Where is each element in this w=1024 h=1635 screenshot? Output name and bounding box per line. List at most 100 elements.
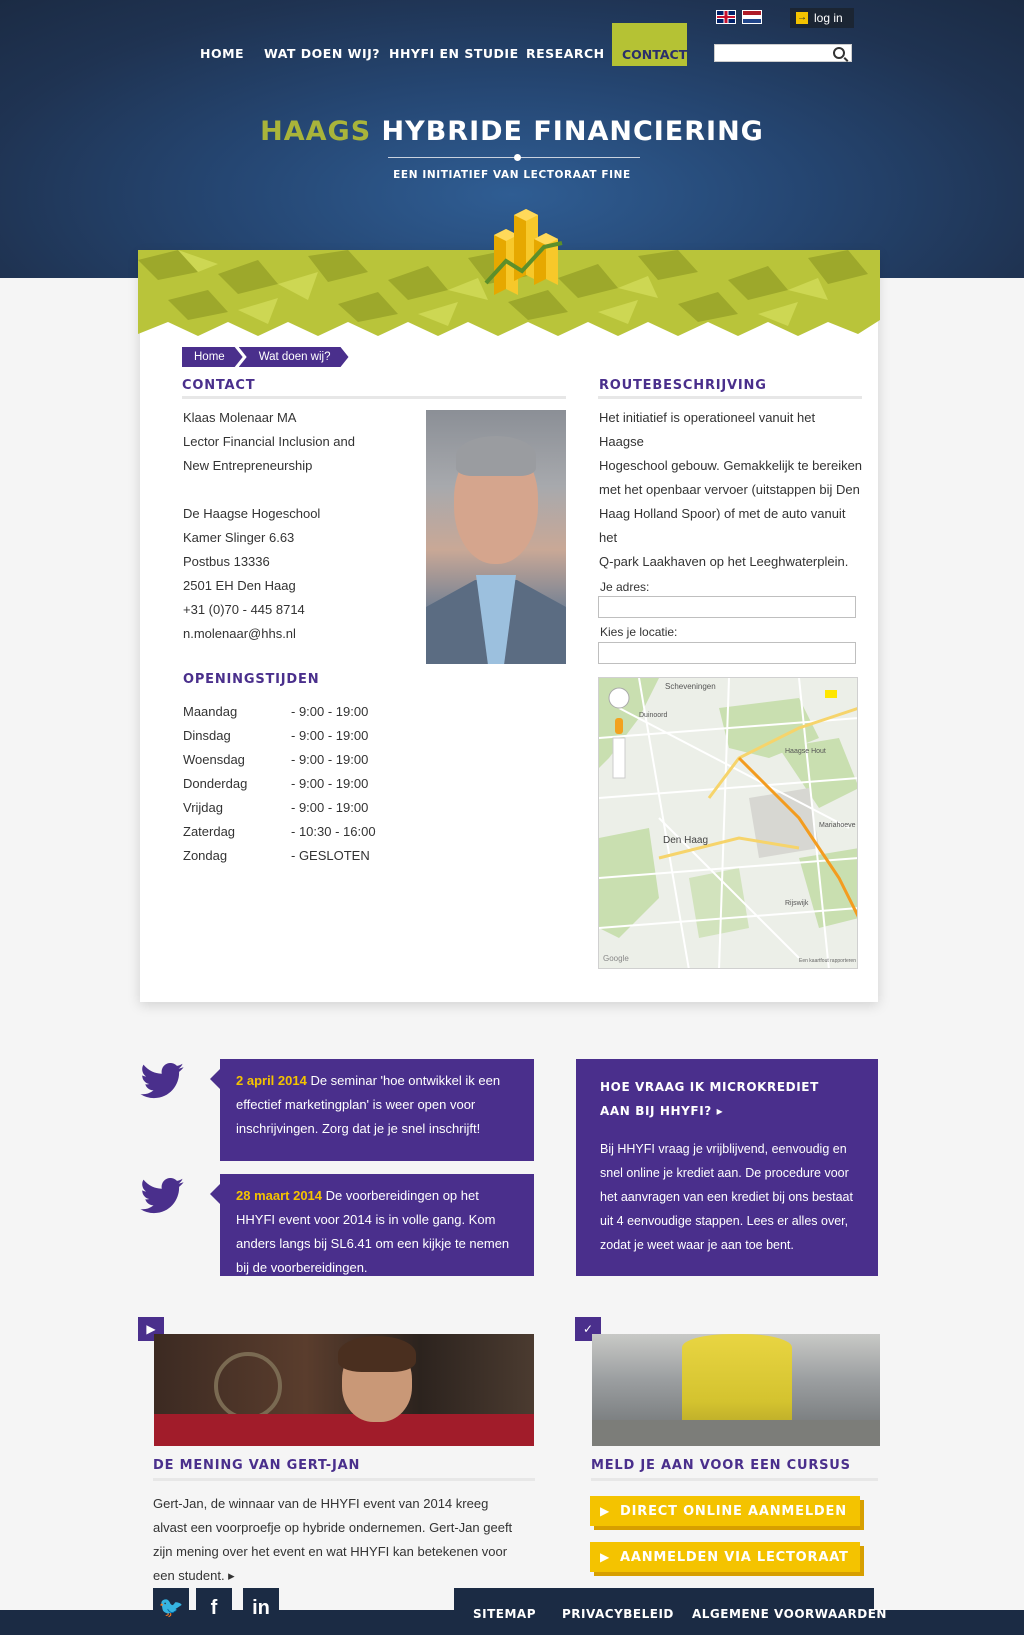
nl-flag-icon[interactable] [742, 10, 762, 24]
title-divider-dot [514, 154, 521, 161]
chevron-right-icon: ▶ [600, 1550, 611, 1564]
facebook-icon[interactable]: f [196, 1588, 232, 1628]
uk-flag-icon[interactable] [716, 10, 736, 24]
hours-day: Zaterdag [183, 824, 236, 839]
aanmelden-via-lectoraat-button[interactable]: ▶ AANMELDEN VIA LECTORAAT [590, 1542, 860, 1572]
contact-details: Klaas Molenaar MA Lector Financial Inclu… [183, 406, 355, 646]
contact-line: +31 (0)70 - 445 8714 [183, 602, 305, 617]
search-icon[interactable] [833, 47, 845, 59]
breadcrumb: Home Wat doen wij? [182, 347, 355, 367]
hours-day: Donderdag [183, 776, 248, 791]
course-rule [591, 1478, 878, 1481]
breadcrumb-wat-doen-wij[interactable]: Wat doen wij? [239, 347, 349, 367]
hours-time: - 9:00 - 19:00 [291, 800, 369, 815]
hhyfi-logo-icon [484, 209, 563, 295]
chevron-right-icon: ▶ [600, 1504, 611, 1518]
map-label: Duinoord [639, 712, 668, 719]
route-line: Haag Holland Spoor) of met de auto vanui… [599, 506, 846, 545]
button-label: AANMELDEN VIA LECTORAAT [620, 1550, 849, 1565]
contact-line: Klaas Molenaar MA [183, 410, 297, 425]
search-input[interactable] [714, 44, 852, 62]
hours-time: - 9:00 - 19:00 [291, 728, 369, 743]
direct-online-aanmelden-button[interactable]: ▶ DIRECT ONLINE AANMELDEN [590, 1496, 860, 1526]
login-button[interactable]: → log in [790, 8, 854, 28]
map-label: Scheveningen [665, 682, 716, 691]
contact-line: 2501 EH Den Haag [183, 578, 296, 593]
twitter-icon[interactable]: 🐦 [153, 1588, 189, 1628]
hours-time: - 9:00 - 19:00 [291, 752, 369, 767]
footer-privacy-link[interactable]: PRIVACYBELEID [562, 1607, 674, 1621]
footer-terms-link[interactable]: ALGEMENE VOORWAARDEN [692, 1607, 887, 1621]
route-map[interactable]: Scheveningen Duinoord Den Haag Haagse Ho… [598, 677, 858, 969]
course-heading: MELD JE AAN VOOR EEN CURSUS [591, 1458, 851, 1473]
footer-sitemap-link[interactable]: SITEMAP [473, 1607, 536, 1621]
map-label: Mariahoeve [819, 822, 856, 829]
nav-contact-label: CONTACT [622, 47, 688, 62]
nav-contact[interactable]: CONTACT [612, 23, 687, 66]
map-label: Den Haag [663, 835, 709, 846]
hours-day: Dinsdag [183, 728, 231, 743]
hours-time: - GESLOTEN [291, 848, 370, 863]
opinion-rule [153, 1478, 535, 1481]
lector-photo [426, 410, 566, 664]
title-accent: HAAGS [260, 116, 372, 147]
route-line: met het openbaar vervoer (uitstappen bij… [599, 482, 860, 497]
twitter-bird-icon [140, 1063, 184, 1099]
hours-day: Zondag [183, 848, 228, 863]
hours-time: - 10:30 - 16:00 [291, 824, 376, 839]
tweet-card[interactable]: 2 april 2014 De seminar 'hoe ontwikkel i… [210, 1059, 534, 1161]
breadcrumb-home[interactable]: Home [182, 347, 243, 367]
hours-day: Woensdag [183, 752, 245, 767]
tweet-date: 28 maart 2014 [236, 1188, 323, 1203]
promo-heading[interactable]: HOE VRAAG IK MICROKREDIET AAN BIJ HHYFI?… [600, 1075, 854, 1123]
course-photo [592, 1334, 880, 1446]
address-input[interactable] [598, 596, 856, 618]
nav-hhyfi-en-studie[interactable]: HHYFI EN STUDIE [389, 46, 519, 61]
route-description: Het initiatief is operationeel vanuit he… [599, 406, 863, 574]
hours-time: - 9:00 - 19:00 [291, 776, 369, 791]
route-line: Q-park Laakhaven op het Leeghwaterplein. [599, 554, 849, 569]
contact-line: Postbus 13336 [183, 554, 270, 569]
route-line: Hogeschool gebouw. Gemakkelijk te bereik… [599, 458, 863, 473]
button-label: DIRECT ONLINE AANMELDEN [620, 1504, 847, 1519]
location-label: Kies je locatie: [600, 625, 678, 639]
nav-research[interactable]: RESEARCH [526, 46, 605, 61]
contact-heading: CONTACT [182, 378, 256, 393]
contact-line: New Entrepreneurship [183, 458, 313, 473]
contact-rule [182, 396, 566, 399]
route-heading: ROUTEBESCHRIJVING [599, 378, 767, 393]
tweet-date: 2 april 2014 [236, 1073, 307, 1088]
google-logo: Google [603, 954, 629, 963]
address-label: Je adres: [600, 580, 650, 594]
promo-text: Bij HHYFI vraag je vrijblijvend, eenvoud… [600, 1142, 853, 1252]
nav-wat-doen-wij[interactable]: WAT DOEN WIJ? [264, 46, 380, 61]
route-line: Het initiatief is operationeel vanuit he… [599, 410, 816, 449]
hours-day: Vrijdag [183, 800, 223, 815]
site-title: HAAGS HYBRIDE FINANCIERING [0, 116, 1024, 147]
route-rule [598, 396, 862, 399]
login-label: log in [814, 11, 843, 25]
tweet-card[interactable]: 28 maart 2014 De voorbereidingen op het … [210, 1174, 534, 1276]
contact-line [183, 478, 355, 502]
login-icon: → [796, 12, 808, 24]
map-label: Haagse Hout [785, 748, 826, 755]
nav-home[interactable]: HOME [200, 46, 244, 61]
microkrediet-promo[interactable]: HOE VRAAG IK MICROKREDIET AAN BIJ HHYFI?… [576, 1059, 878, 1276]
contact-line: Lector Financial Inclusion and [183, 434, 355, 449]
title-main: HYBRIDE FINANCIERING [381, 116, 764, 147]
map-report-link[interactable]: Een kaartfout rapporteren [799, 958, 856, 964]
hours-heading: OPENINGSTIJDEN [183, 672, 320, 687]
gert-jan-video[interactable] [154, 1334, 534, 1446]
hours-time: - 9:00 - 19:00 [291, 704, 369, 719]
opinion-heading: DE MENING VAN GERT-JAN [153, 1458, 361, 1473]
site-subtitle: EEN INITIATIEF VAN LECTORAAT FINE [393, 169, 631, 181]
location-input[interactable] [598, 642, 856, 664]
contact-line: Kamer Slinger 6.63 [183, 530, 295, 545]
twitter-bird-icon [140, 1178, 184, 1214]
linkedin-icon[interactable]: in [243, 1588, 279, 1628]
map-label: Rijswijk [785, 900, 809, 907]
contact-line: De Haagse Hogeschool [183, 506, 321, 521]
hours-day: Maandag [183, 704, 238, 719]
opinion-text: Gert-Jan, de winnaar van de HHYFI event … [153, 1496, 513, 1583]
contact-email[interactable]: n.molenaar@hhs.nl [183, 622, 355, 646]
